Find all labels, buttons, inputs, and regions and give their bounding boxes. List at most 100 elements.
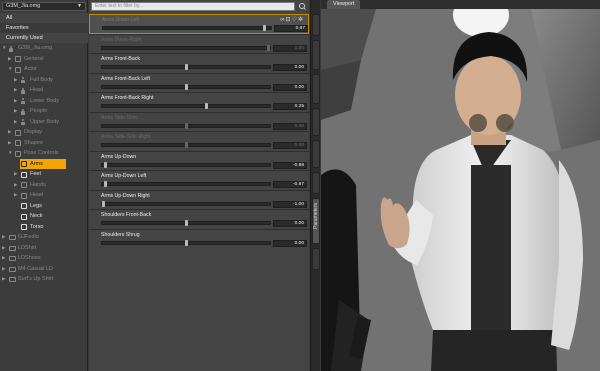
filter-currently-used[interactable]: Currently Used	[0, 33, 88, 43]
expander-right-icon[interactable]: ▶	[14, 106, 17, 117]
tab-parameters[interactable]: Parameters	[312, 198, 320, 244]
parameter-value-field[interactable]: 1.00	[273, 44, 307, 52]
parameter-value-field[interactable]: -1.00	[273, 200, 307, 208]
expander-down-icon[interactable]: ▼	[2, 43, 6, 54]
parameter-value-field[interactable]: 0.00	[273, 83, 307, 91]
pane-tab[interactable]	[312, 14, 320, 36]
filter-search-input[interactable]: Enter text to filter by...	[91, 2, 295, 11]
expander-right-icon[interactable]: ▶	[8, 138, 11, 149]
slider-track[interactable]	[101, 122, 271, 129]
slider-handle[interactable]	[184, 64, 188, 70]
expander-right-icon[interactable]: ▶	[14, 190, 17, 201]
tree-node[interactable]: ▶ General	[0, 54, 88, 65]
expander-right-icon[interactable]: ▶	[8, 127, 11, 138]
parameter-slider-row[interactable]: Arms Up-Down Left -0.97	[89, 170, 309, 190]
slider-track[interactable]	[102, 25, 272, 31]
search-icon[interactable]	[297, 1, 307, 12]
tree-node[interactable]: Arms	[0, 159, 88, 170]
tree-node[interactable]: ▶ Hands	[0, 180, 88, 191]
expander-right-icon[interactable]: ▶	[14, 117, 17, 128]
tree-node[interactable]: ▶ LDShirt	[0, 243, 88, 254]
parameter-slider-row[interactable]: Shoulders Shrug 0.00	[89, 228, 309, 249]
slider-handle[interactable]	[184, 83, 188, 90]
slider-handle[interactable]	[104, 181, 108, 187]
pane-tab[interactable]	[312, 140, 320, 168]
slider-handle[interactable]	[205, 103, 209, 109]
tree-node[interactable]: Neck	[0, 211, 88, 222]
parameter-slider-row[interactable]: Arms Up-Down Right -1.00	[89, 189, 309, 210]
filter-all[interactable]: All	[0, 13, 88, 23]
tree-node[interactable]: ▶ Full Body	[0, 75, 88, 86]
slider-track[interactable]	[101, 181, 271, 187]
parameter-value-field[interactable]: -0.98	[273, 161, 307, 169]
slider-handle[interactable]	[267, 44, 270, 51]
slider-track[interactable]	[101, 239, 271, 246]
tree-node[interactable]: ▼ Actor	[0, 64, 88, 75]
parameter-value-field[interactable]: 0.00	[273, 122, 307, 130]
tree-node[interactable]: ▶ M4 Casual LD	[0, 264, 88, 275]
parameter-value-field[interactable]: 0.25	[273, 103, 307, 110]
filter-favorites[interactable]: Favorites	[0, 23, 88, 33]
pane-tab[interactable]	[312, 172, 320, 194]
tree-node[interactable]: ▼ Pose Controls	[0, 148, 88, 159]
tree-node[interactable]: Torso	[0, 222, 88, 233]
tree-node[interactable]: ▶ Head	[0, 190, 88, 201]
slider-handle[interactable]	[102, 200, 105, 207]
parameter-value-field[interactable]: 0.00	[273, 64, 307, 71]
pane-tab[interactable]	[312, 248, 320, 270]
tree-node[interactable]: ▶ Shapes	[0, 138, 88, 149]
pane-tab[interactable]	[312, 40, 320, 70]
slider-track[interactable]	[101, 142, 271, 148]
tree-node[interactable]: ▶ LDShoes	[0, 253, 88, 264]
parameter-slider-row[interactable]: Shoulders Front-Back 0.00	[89, 209, 309, 229]
slider-handle[interactable]	[184, 220, 188, 226]
slider-track[interactable]	[101, 44, 271, 51]
expander-right-icon[interactable]: ▶	[14, 75, 17, 86]
tree-node[interactable]: ▶ Surf's Up Shirt	[0, 274, 88, 285]
expander-right-icon[interactable]: ▶	[14, 96, 17, 107]
expander-right-icon[interactable]: ▶	[2, 264, 5, 275]
parameter-slider-row[interactable]: Arms Up-Down -0.98	[89, 150, 309, 171]
tree-node[interactable]: ▶ Upper Body	[0, 117, 88, 128]
tab-viewport[interactable]: Viewport	[327, 0, 361, 9]
expander-right-icon[interactable]: ▶	[14, 180, 17, 191]
slider-track[interactable]	[101, 200, 271, 207]
slider-track[interactable]	[101, 83, 271, 90]
parameter-slider-row[interactable]: Arms Down-Right 1.00	[89, 33, 309, 54]
expander-down-icon[interactable]: ▼	[8, 64, 12, 75]
tree-node[interactable]: ▶ Display	[0, 127, 88, 138]
parameter-value-field[interactable]: 0.00	[273, 220, 307, 227]
expander-right-icon[interactable]: ▶	[2, 232, 5, 243]
pane-tab[interactable]	[312, 74, 320, 104]
slider-track[interactable]	[101, 220, 271, 226]
expander-right-icon[interactable]: ▶	[2, 243, 5, 254]
tree-node[interactable]: ▶ Feet	[0, 169, 88, 180]
slider-handle[interactable]	[184, 122, 188, 129]
parameter-slider-row[interactable]: Arms Side-Side 0.00	[89, 111, 309, 132]
parameter-slider-row[interactable]: Arms Front-Back Left 0.00	[89, 72, 309, 93]
tree-node[interactable]: ▼ G3M_Jia.omg	[0, 43, 88, 54]
expander-right-icon[interactable]: ▶	[14, 85, 17, 96]
slider-handle[interactable]	[184, 239, 188, 246]
figure-selector-dropdown[interactable]: G3M_Jia.omg ▼	[2, 2, 86, 11]
slider-track[interactable]	[101, 161, 271, 168]
slider-handle[interactable]	[184, 142, 188, 148]
tree-node[interactable]: Legs	[0, 201, 88, 212]
slider-track[interactable]	[101, 103, 271, 109]
pane-tab[interactable]	[312, 108, 320, 136]
parameter-slider-row[interactable]: Arms Down-Left 0.97 ∞⊡♡✲	[89, 14, 309, 34]
viewport-3d[interactable]: Viewport	[321, 0, 600, 371]
slider-track[interactable]	[101, 64, 271, 70]
expander-right-icon[interactable]: ▶	[14, 169, 17, 180]
parameter-value-field[interactable]: -0.97	[273, 181, 307, 188]
slider-handle[interactable]	[103, 161, 107, 168]
expander-down-icon[interactable]: ▼	[8, 148, 12, 159]
parameter-value-field[interactable]: 0.97	[274, 25, 308, 32]
parameter-slider-row[interactable]: Arms Front-Back Right 0.25	[89, 92, 309, 112]
tree-node[interactable]: ▶ People	[0, 106, 88, 117]
expander-right-icon[interactable]: ▶	[8, 54, 11, 65]
parameter-slider-row[interactable]: Arms Side-Side Right 0.00	[89, 131, 309, 151]
expander-right-icon[interactable]: ▶	[2, 253, 5, 264]
tree-node[interactable]: ▶ Head	[0, 85, 88, 96]
gear-icon[interactable]: ✲	[298, 17, 304, 23]
